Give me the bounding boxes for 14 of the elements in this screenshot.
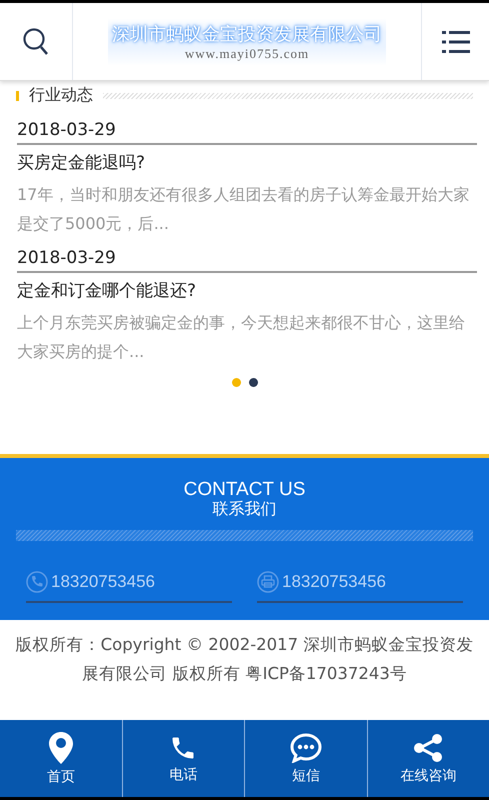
article-summary: 上个月东莞买房被骗定金的事，今天想起来都很不甘心，这里给大家买房的提个... (17, 312, 466, 363)
article-date: 2018-03-29 (17, 248, 477, 273)
copyright-text: 版权所有：Copyright © 2002-2017 深圳市蚂蚁金宝投资发展有限公司 版权所有 粤ICP备17037243号 (14, 634, 474, 685)
section-title: 行业动态 (29, 85, 93, 106)
contact-number: 18320753456 (51, 572, 156, 592)
contact-title: CONTACT US (184, 480, 306, 500)
article-date: 2018-03-29 (17, 120, 477, 145)
article-title[interactable]: 定金和订金哪个能退还? (17, 279, 477, 302)
contact-subtitle: 联系我们 (212, 500, 276, 518)
website-url: www.mayi0755.com (184, 46, 310, 62)
article-title[interactable]: 买房定金能退吗? (17, 151, 477, 174)
contact-number: 18320753456 (282, 572, 386, 592)
company-name: 深圳市蚂蚁金宝投资发展有限公司 (112, 22, 382, 46)
article-summary: 17年，当时和朋友还有很多人组团去看的房子认筹金最开始大家是交了5000元，后... (17, 184, 470, 235)
